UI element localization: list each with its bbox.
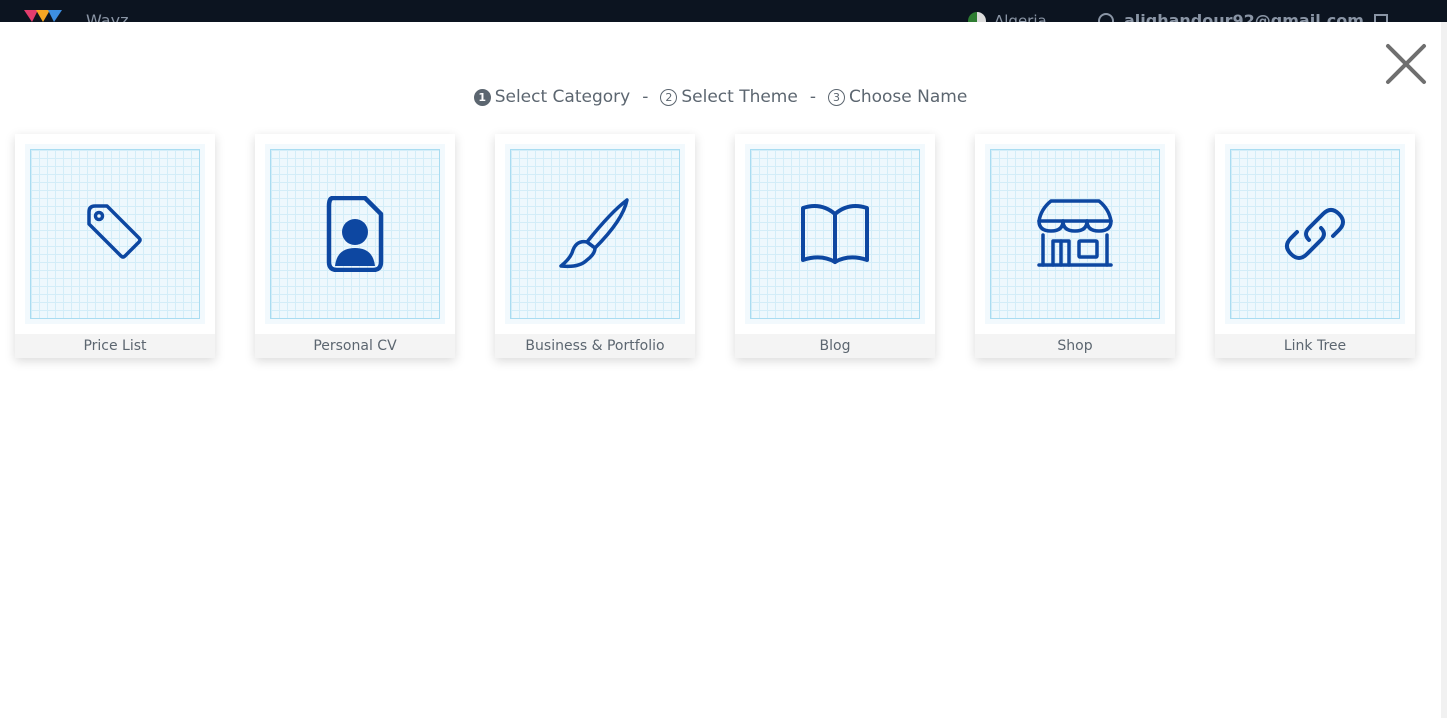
close-icon: [1386, 44, 1426, 84]
scrollbar[interactable]: [1441, 22, 1447, 718]
step-select-category: 1 Select Category: [473, 84, 631, 110]
open-book-icon: [801, 204, 869, 264]
category-thumbnail: [265, 144, 445, 324]
step-number-icon: 1: [473, 88, 491, 106]
category-card-blog[interactable]: Blog: [735, 134, 935, 358]
category-label: Blog: [735, 334, 935, 358]
app-logo: [24, 10, 62, 22]
step-number-icon: 2: [660, 88, 678, 106]
category-label: Business & Portfolio: [495, 334, 695, 358]
step-label: Choose Name: [848, 87, 968, 107]
close-button[interactable]: [1384, 42, 1428, 86]
category-label: Price List: [15, 334, 215, 358]
step-number-icon: 3: [827, 88, 845, 106]
step-select-theme: 2 Select Theme: [660, 84, 798, 110]
wizard-steps: 1 Select Category - 2 Select Theme - 3 C…: [0, 84, 1441, 110]
category-label: Link Tree: [1215, 334, 1415, 358]
link-icon: [1285, 208, 1345, 260]
app-header: Wayz Algeria alighandour92@gmail.com: [0, 0, 1447, 22]
category-thumbnail: [745, 144, 925, 324]
step-label: Select Category: [494, 87, 631, 107]
step-separator: -: [809, 87, 816, 107]
step-label: Select Theme: [681, 87, 798, 107]
storefront-icon: [1037, 199, 1113, 267]
category-card-link-tree[interactable]: Link Tree: [1215, 134, 1415, 358]
price-tag-icon: [87, 204, 142, 259]
logout-icon[interactable]: [1374, 14, 1388, 22]
user-email: alighandour92@gmail.com: [1124, 11, 1364, 22]
country-selector[interactable]: Algeria: [968, 10, 1047, 22]
algeria-flag-icon: [968, 12, 986, 22]
cv-document-icon: [326, 196, 384, 272]
category-label: Personal CV: [255, 334, 455, 358]
user-icon: [1098, 13, 1114, 22]
category-card-business-portfolio[interactable]: Business & Portfolio: [495, 134, 695, 358]
category-thumbnail: [505, 144, 685, 324]
category-thumbnail: [25, 144, 205, 324]
category-list: Price List Personal CV Business & Portfo…: [15, 134, 1415, 358]
category-card-price-list[interactable]: Price List: [15, 134, 215, 358]
step-separator: -: [642, 87, 649, 107]
category-thumbnail: [1225, 144, 1405, 324]
category-card-personal-cv[interactable]: Personal CV: [255, 134, 455, 358]
paintbrush-icon: [559, 198, 629, 269]
user-menu[interactable]: alighandour92@gmail.com: [1098, 10, 1364, 22]
app-brand-name[interactable]: Wayz: [86, 10, 128, 22]
step-choose-name: 3 Choose Name: [827, 84, 968, 110]
create-site-modal: 1 Select Category - 2 Select Theme - 3 C…: [0, 22, 1441, 718]
category-label: Shop: [975, 334, 1175, 358]
category-card-shop[interactable]: Shop: [975, 134, 1175, 358]
category-thumbnail: [985, 144, 1165, 324]
country-label: Algeria: [994, 12, 1047, 22]
